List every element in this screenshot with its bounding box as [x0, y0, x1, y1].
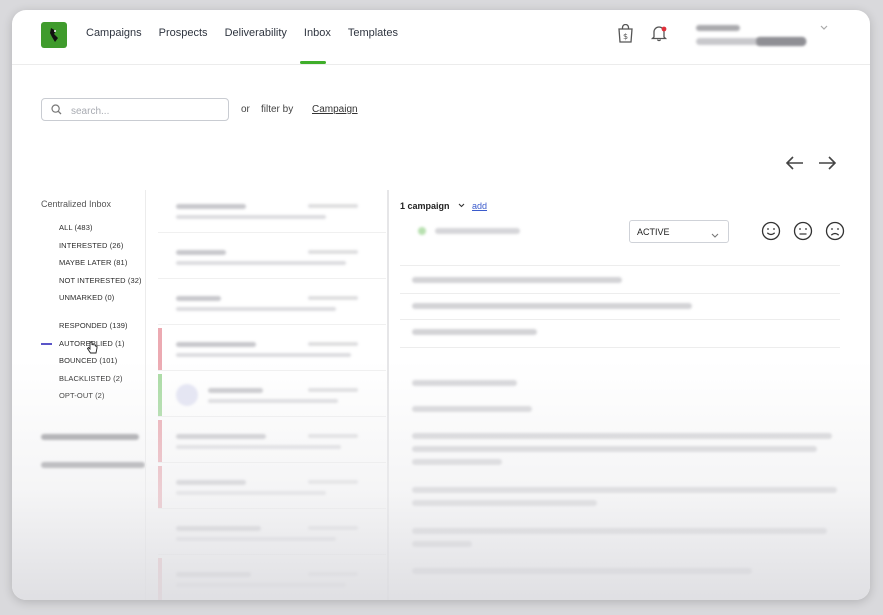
svg-text:$: $	[622, 32, 627, 41]
sidebar-item-not-interested[interactable]: NOT INTERESTED (32)	[59, 276, 142, 285]
email-from-line	[412, 277, 622, 283]
campaign-count-dropdown[interactable]: 1 campaign	[400, 201, 450, 211]
status-color-bar	[158, 558, 162, 600]
email-body-line	[412, 433, 832, 439]
list-item[interactable]	[158, 328, 386, 371]
add-campaign-link[interactable]: add	[472, 201, 487, 211]
list-item[interactable]	[158, 236, 386, 279]
detail-divider	[400, 347, 840, 348]
email-body-line	[412, 459, 502, 465]
smiley-neutral-icon[interactable]	[793, 221, 813, 241]
email-recipient-line	[412, 329, 537, 335]
detail-divider	[400, 319, 840, 320]
search-input[interactable]	[69, 102, 223, 120]
sidebar-item-blacklisted[interactable]: BLACKLISTED (2)	[59, 374, 123, 383]
chevron-down-icon	[711, 226, 719, 244]
message-detail-pane: 1 campaign add ACTIVE	[400, 190, 845, 600]
sidebar-item-unmarked[interactable]: UNMARKED (0)	[59, 293, 114, 302]
sidebar-account-1[interactable]	[41, 434, 139, 440]
list-item[interactable]	[158, 282, 386, 325]
list-item[interactable]	[158, 374, 386, 417]
message-list	[158, 190, 386, 600]
chevron-down-icon	[820, 25, 828, 30]
status-select-value: ACTIVE	[637, 227, 670, 237]
nav-templates[interactable]: Templates	[348, 26, 398, 40]
sidebar-title: Centralized Inbox	[41, 199, 112, 209]
nav-prospects[interactable]: Prospects	[159, 26, 208, 40]
chevron-down-icon	[458, 203, 465, 208]
top-navbar: Campaigns Prospects Deliverability Inbox…	[12, 10, 870, 65]
list-item[interactable]	[158, 190, 386, 233]
forward-arrow-icon[interactable]	[817, 155, 837, 173]
campaign-name[interactable]	[435, 228, 520, 234]
status-color-bar	[158, 466, 162, 508]
status-color-bar	[158, 374, 162, 416]
pane-divider	[387, 190, 389, 600]
email-body-line	[412, 380, 517, 386]
detail-divider	[400, 265, 840, 266]
bell-icon[interactable]	[649, 23, 669, 43]
sidebar-item-all[interactable]: ALL (483)	[59, 223, 93, 232]
filter-by-label: filter by	[261, 104, 294, 115]
sidebar-item-opt-out[interactable]: OPT-OUT (2)	[59, 391, 105, 400]
nav-campaigns[interactable]: Campaigns	[86, 26, 142, 40]
email-subject-line	[412, 303, 692, 309]
email-body-line	[412, 500, 597, 506]
reply-arrow-icon[interactable]	[785, 155, 805, 173]
list-item[interactable]	[158, 420, 386, 463]
sidebar-account-2[interactable]	[41, 462, 145, 468]
shopping-bag-dollar-icon[interactable]: $	[615, 23, 635, 43]
main-nav: Campaigns Prospects Deliverability Inbox…	[86, 26, 398, 40]
nav-deliverability[interactable]: Deliverability	[225, 26, 287, 40]
search-input-wrapper[interactable]	[41, 98, 229, 121]
list-item[interactable]	[158, 512, 386, 555]
campaign-filter-link[interactable]: Campaign	[312, 104, 358, 115]
email-body-line	[412, 528, 827, 534]
campaign-status-select[interactable]: ACTIVE	[629, 220, 729, 243]
smiley-sad-icon[interactable]	[825, 221, 845, 241]
status-color-bar	[158, 420, 162, 462]
selected-item-marker	[41, 343, 52, 345]
smiley-happy-icon[interactable]	[761, 221, 781, 241]
bird-logo-icon[interactable]	[41, 22, 67, 48]
hand-pointer-icon	[86, 341, 98, 360]
sidebar-item-responded[interactable]: RESPONDED (139)	[59, 321, 128, 330]
active-tab-indicator	[300, 61, 326, 64]
nav-inbox[interactable]: Inbox	[304, 26, 331, 40]
sidebar-item-maybe-later[interactable]: MAYBE LATER (81)	[59, 258, 127, 267]
email-body-line	[412, 487, 837, 493]
detail-divider	[400, 293, 840, 294]
list-item[interactable]	[158, 558, 386, 600]
email-body-line	[412, 406, 532, 412]
email-body-line	[412, 568, 752, 574]
email-body-line	[412, 446, 817, 452]
or-label: or	[241, 104, 250, 115]
email-body-line	[412, 541, 472, 547]
status-color-bar	[158, 328, 162, 370]
list-item[interactable]	[158, 466, 386, 509]
user-account-menu[interactable]	[696, 22, 836, 48]
app-window: Campaigns Prospects Deliverability Inbox…	[12, 10, 870, 600]
search-icon	[51, 104, 62, 115]
sidebar-divider	[145, 190, 146, 600]
campaign-status-dot	[418, 227, 426, 235]
sidebar-item-interested[interactable]: INTERESTED (26)	[59, 241, 123, 250]
